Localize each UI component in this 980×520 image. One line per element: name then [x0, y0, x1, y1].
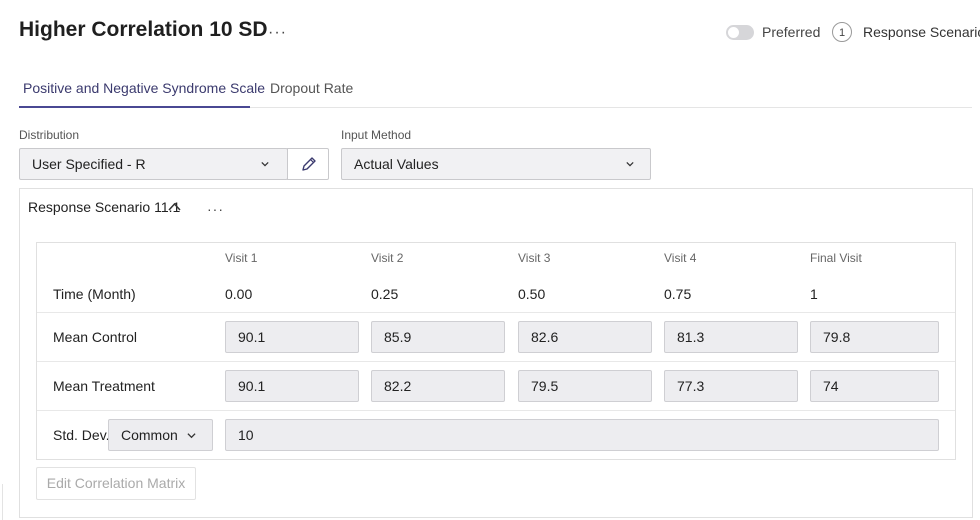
mean-treatment-input[interactable]: 77.3: [664, 370, 798, 402]
input-value: 79.5: [531, 378, 559, 394]
input-value: 74: [823, 378, 839, 394]
edit-distribution-button[interactable]: [287, 148, 329, 180]
chevron-up-icon[interactable]: [168, 202, 181, 212]
mean-control-label: Mean Control: [53, 329, 138, 345]
row-divider: [37, 410, 955, 411]
mean-control-input[interactable]: 90.1: [225, 321, 359, 353]
response-scenario-link[interactable]: Response Scenario: [863, 24, 980, 40]
mean-treatment-label: Mean Treatment: [53, 378, 155, 394]
input-value: 82.2: [384, 378, 412, 394]
time-value: 0.25: [371, 286, 399, 302]
distribution-value: User Specified - R: [32, 156, 146, 172]
input-value: 81.3: [677, 329, 705, 345]
row-divider: [37, 312, 955, 313]
input-method-label: Input Method: [341, 128, 412, 142]
input-method-select[interactable]: Actual Values: [341, 148, 651, 180]
chevron-down-icon: [626, 161, 634, 167]
edit-correlation-matrix-button[interactable]: Edit Correlation Matrix: [36, 467, 196, 500]
input-method-value: Actual Values: [354, 156, 439, 172]
time-value: 1: [810, 286, 818, 302]
preferred-toggle[interactable]: [726, 25, 754, 40]
page-title: Higher Correlation 10 SD: [19, 18, 268, 41]
time-value: 0.00: [225, 286, 253, 302]
column-header: Final Visit: [810, 251, 862, 265]
mean-treatment-input[interactable]: 90.1: [225, 370, 359, 402]
input-value: 85.9: [384, 329, 412, 345]
std-dev-input[interactable]: 10: [225, 419, 939, 451]
column-header: Visit 1: [225, 251, 258, 265]
chevron-down-icon: [261, 161, 269, 167]
row-divider: [37, 361, 955, 362]
std-dev-mode-select[interactable]: Common: [108, 419, 213, 451]
left-divider: [2, 484, 3, 520]
time-value: 0.50: [518, 286, 546, 302]
chevron-down-icon: [187, 433, 196, 439]
tab-panss[interactable]: Positive and Negative Syndrome Scale: [23, 80, 265, 96]
input-value: 10: [238, 427, 254, 443]
input-value: 79.8: [823, 329, 851, 345]
scenario-more-icon[interactable]: ···: [207, 202, 224, 216]
mean-control-input[interactable]: 85.9: [371, 321, 505, 353]
mean-control-input[interactable]: 81.3: [664, 321, 798, 353]
std-dev-label: Std. Dev.: [53, 427, 110, 443]
mean-control-input[interactable]: 79.8: [810, 321, 939, 353]
input-value: 90.1: [238, 378, 266, 394]
more-options-icon[interactable]: ···: [268, 25, 287, 41]
std-dev-mode-value: Common: [121, 427, 178, 443]
time-value: 0.75: [664, 286, 692, 302]
mean-treatment-input[interactable]: 74: [810, 370, 939, 402]
scenario-title: Response Scenario 11.1: [28, 199, 181, 215]
active-tab-indicator: [19, 106, 250, 108]
distribution-select[interactable]: User Specified - R: [19, 148, 288, 180]
column-header: Visit 3: [518, 251, 551, 265]
scenario-count-badge: 1: [832, 22, 852, 42]
preferred-label: Preferred: [762, 24, 821, 40]
mean-treatment-input[interactable]: 82.2: [371, 370, 505, 402]
toggle-knob: [728, 27, 739, 38]
time-row-label: Time (Month): [53, 286, 136, 302]
column-header: Visit 2: [371, 251, 404, 265]
tab-dropout-rate[interactable]: Dropout Rate: [270, 80, 353, 96]
distribution-label: Distribution: [19, 128, 80, 142]
pencil-icon: [302, 157, 316, 171]
mean-control-input[interactable]: 82.6: [518, 321, 652, 353]
mean-treatment-input[interactable]: 79.5: [518, 370, 652, 402]
column-header: Visit 4: [664, 251, 697, 265]
input-value: 82.6: [531, 329, 559, 345]
tabs-divider: [250, 107, 972, 108]
input-value: 90.1: [238, 329, 266, 345]
input-value: 77.3: [677, 378, 705, 394]
